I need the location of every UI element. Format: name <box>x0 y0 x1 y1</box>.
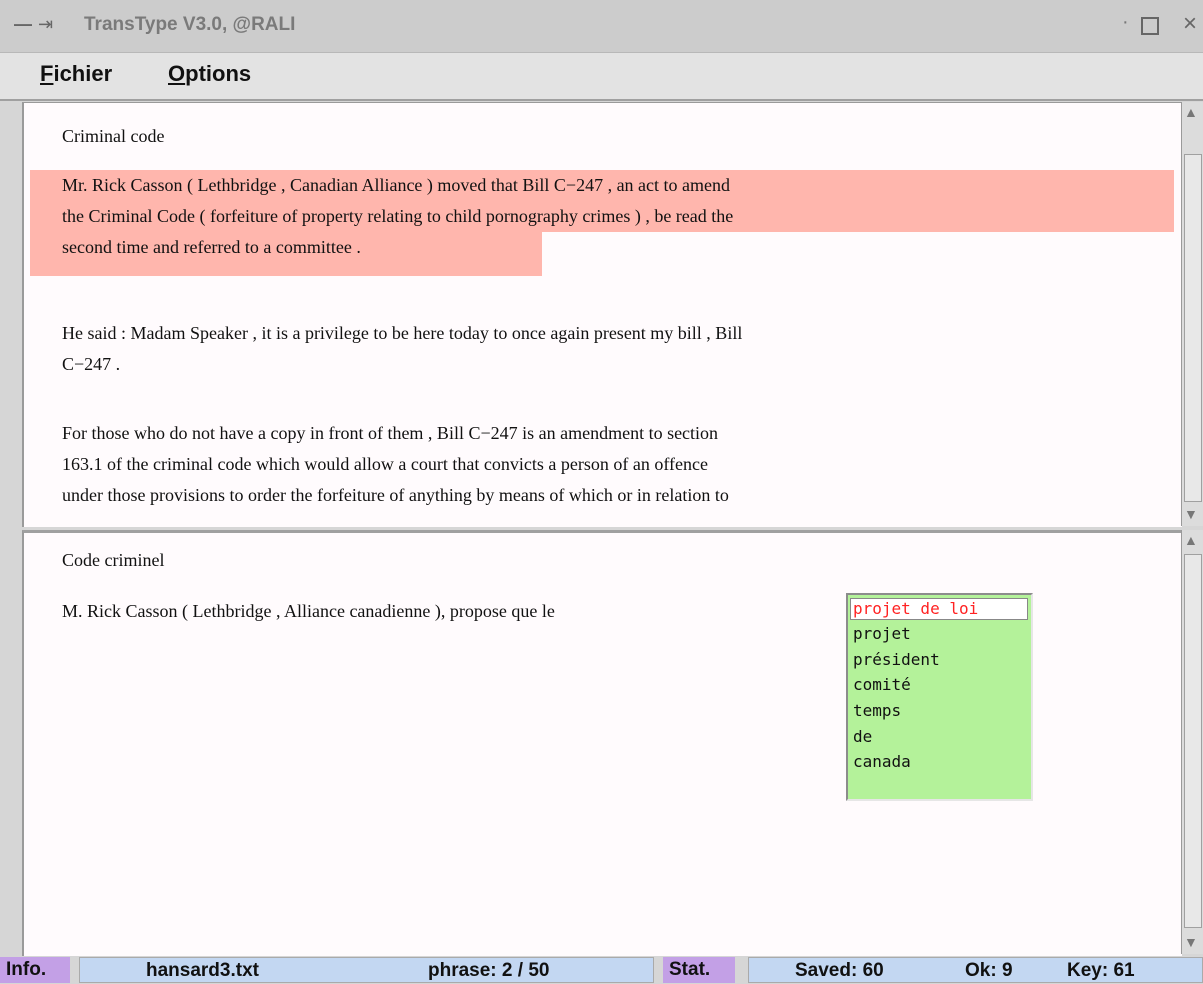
completion-item[interactable]: canada <box>853 751 911 773</box>
close-icon[interactable]: × <box>1183 10 1197 38</box>
target-heading: Code criminel <box>62 550 165 570</box>
source-line: He said : Madam Speaker , it is a privil… <box>62 323 743 343</box>
info-label[interactable]: Info. <box>0 957 70 983</box>
target-editor-line[interactable]: M. Rick Casson ( Lethbridge , Alliance c… <box>62 596 555 627</box>
source-scroll-thumb[interactable] <box>1184 154 1202 502</box>
scroll-up-icon[interactable]: ▲ <box>1184 532 1198 548</box>
source-line: under those provisions to order the forf… <box>62 485 729 505</box>
stat-field: Saved: 60 Ok: 9 Key: 61 <box>748 957 1203 983</box>
ok-count: Ok: 9 <box>965 960 1013 981</box>
scroll-down-icon[interactable]: ▼ <box>1184 506 1198 522</box>
completion-item[interactable]: président <box>853 649 940 671</box>
scroll-up-icon[interactable]: ▲ <box>1184 104 1198 120</box>
window-title-bar[interactable]: — ⇥ TransType V3.0, @RALI · × <box>0 0 1203 53</box>
source-paragraph[interactable]: For those who do not have a copy in fron… <box>62 418 1142 511</box>
target-scrollbar[interactable]: ▲ ▼ <box>1181 530 1203 954</box>
source-paragraph-highlighted[interactable]: Mr. Rick Casson ( Lethbridge , Canadian … <box>30 170 1174 276</box>
menu-file[interactable]: Fichier <box>40 61 112 87</box>
source-line: Mr. Rick Casson ( Lethbridge , Canadian … <box>62 175 731 195</box>
info-field: hansard3.txt phrase: 2 / 50 <box>79 957 654 983</box>
source-line: For those who do not have a copy in fron… <box>62 423 719 443</box>
source-line: 163.1 of the criminal code which would a… <box>62 454 708 474</box>
completion-item-selected[interactable]: projet de loi <box>850 598 1028 620</box>
phrase-counter: phrase: 2 / 50 <box>428 960 550 981</box>
completion-popup[interactable]: projet de loi projet président comité te… <box>846 593 1033 801</box>
source-heading: Criminal code <box>62 126 165 146</box>
maximize-icon[interactable] <box>1141 17 1159 35</box>
minimize-icon[interactable]: · <box>1122 11 1129 34</box>
file-name: hansard3.txt <box>146 960 259 981</box>
menu-bar: Fichier Options <box>0 53 1203 101</box>
source-line: the Criminal Code ( forfeiture of proper… <box>62 206 734 226</box>
source-scrollbar[interactable]: ▲ ▼ <box>1181 102 1203 526</box>
completion-item[interactable]: projet <box>853 623 911 645</box>
source-line: second time and referred to a committee … <box>62 237 361 257</box>
source-paragraph[interactable]: He said : Madam Speaker , it is a privil… <box>62 318 1142 380</box>
scroll-down-icon[interactable]: ▼ <box>1184 934 1198 950</box>
source-text-pane[interactable]: Criminal code Mr. Rick Casson ( Lethbrid… <box>22 102 1182 527</box>
completion-item[interactable]: comité <box>853 674 911 696</box>
menu-options[interactable]: Options <box>168 61 251 87</box>
key-count: Key: 61 <box>1067 960 1135 981</box>
window-title: TransType V3.0, @RALI <box>84 14 296 35</box>
stat-label[interactable]: Stat. <box>663 957 735 983</box>
target-scroll-thumb[interactable] <box>1184 554 1202 928</box>
window-menu-icon[interactable]: — <box>14 14 32 35</box>
status-bar: Info. hansard3.txt phrase: 2 / 50 Stat. … <box>0 956 1203 984</box>
completion-item[interactable]: de <box>853 726 872 748</box>
source-line: C−247 . <box>62 354 121 374</box>
completion-item[interactable]: temps <box>853 700 901 722</box>
pin-icon[interactable]: ⇥ <box>38 14 53 35</box>
saved-count: Saved: 60 <box>795 960 884 981</box>
